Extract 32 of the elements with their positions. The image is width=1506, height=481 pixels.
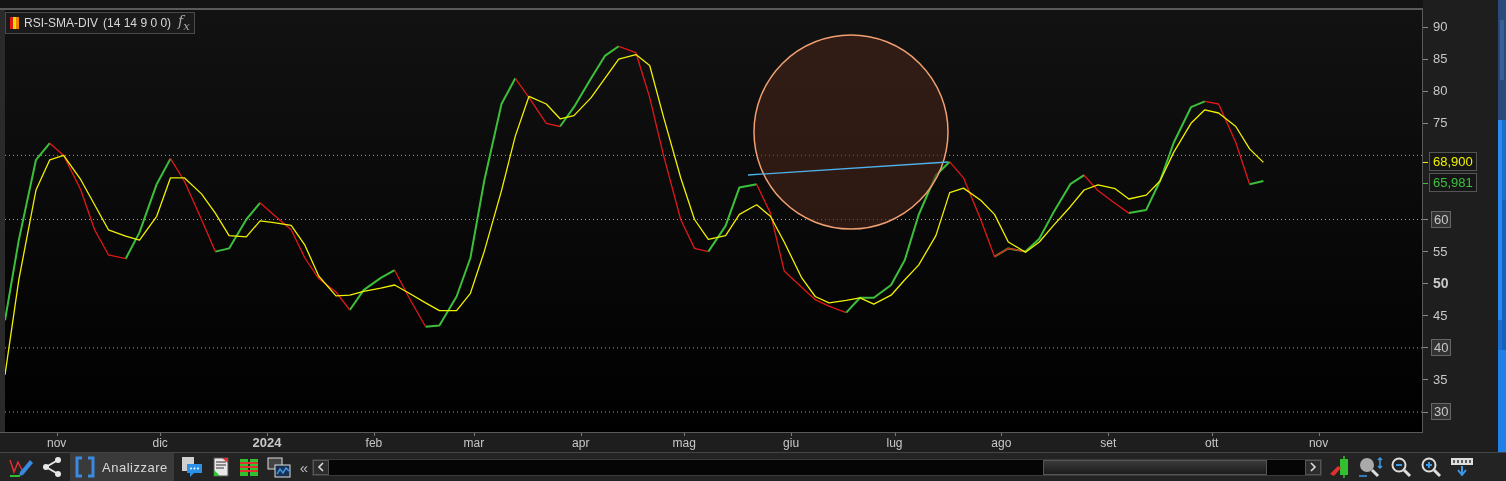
axis-label: 90 [1432,18,1449,35]
axis-label: mag [672,436,696,450]
axis-label: set [1100,436,1117,450]
axis-label: 60 [1431,210,1452,228]
axis-label: feb [365,436,383,450]
axis-label: 55 [1432,242,1449,260]
axis-label: 75 [1432,114,1449,132]
axis-label: 30 [1431,403,1452,421]
axis-label: mar [463,436,485,450]
axis-label: apr [572,436,590,450]
value-label: 68,900 [1429,152,1477,172]
formula-button[interactable]: f$_{x}$ [178,13,190,33]
axis-label: 80 [1432,82,1449,100]
axis-label: 50 [1432,274,1450,292]
indicator-legend[interactable]: RSI-SMA-DIV (14 14 9 0 0) f$_{x}$ [5,12,195,34]
analyze-button[interactable]: Analizzare [70,453,174,481]
axis-label: ago [991,436,1012,450]
axis-label: ott [1205,436,1219,450]
axis-label: 2024 [252,435,282,450]
value-label: 65,981 [1429,173,1477,193]
axis-label: lug [886,436,903,450]
axis-label: 85 [1432,50,1449,68]
indicator-params: (14 14 9 0 0) [103,16,172,30]
axis-label: giu [783,436,800,450]
axis-label: 45 [1432,306,1449,324]
axis-label: 35 [1432,370,1449,388]
collapse-button[interactable]: « [297,458,311,476]
axis-label: 40 [1431,338,1452,356]
axis-label: nov [1308,436,1329,450]
indicator-name: RSI-SMA-DIV [24,16,98,30]
axis-label: nov [47,436,67,450]
axis-label: dic [152,436,168,450]
